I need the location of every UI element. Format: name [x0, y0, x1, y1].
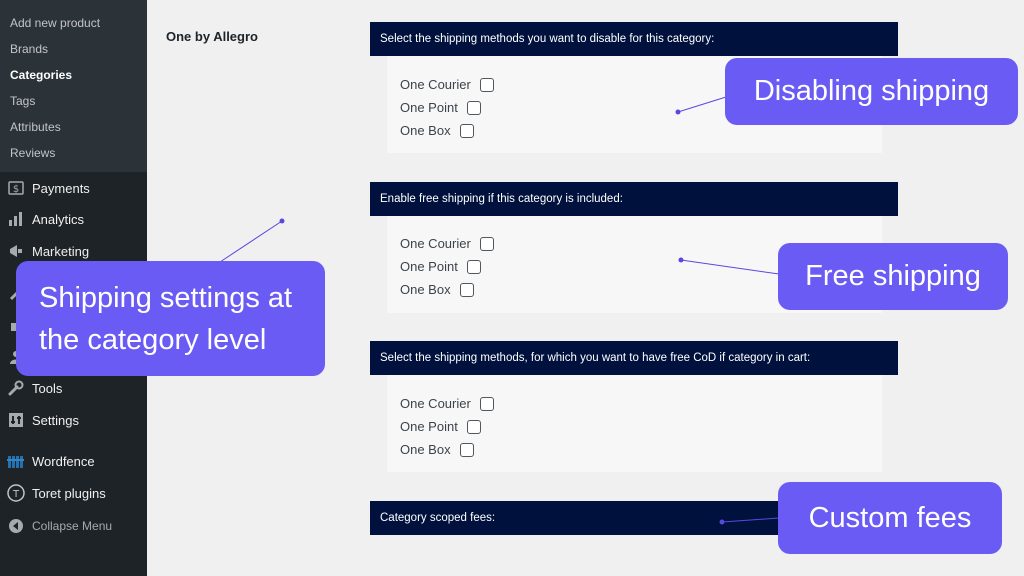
box-header-disable-shipping: Select the shipping methods you want to …	[370, 22, 898, 56]
option-one-point-free[interactable]: One Point	[400, 259, 481, 274]
menu-analytics[interactable]: Analytics	[0, 205, 147, 233]
wordfence-icon	[6, 451, 26, 471]
menu-tools-label: Tools	[32, 380, 63, 396]
box-body-free-cod: One Courier One Point One Box	[387, 375, 882, 472]
products-submenu: Add new product Brands Categories Tags A…	[0, 0, 147, 172]
checkbox[interactable]	[479, 236, 494, 251]
checkbox[interactable]	[466, 419, 481, 434]
wrench-icon	[6, 378, 26, 398]
option-one-point-disable[interactable]: One Point	[400, 100, 481, 115]
option-label: One Point	[400, 419, 458, 434]
submenu-categories[interactable]: Categories	[10, 68, 72, 82]
menu-settings[interactable]: Settings	[0, 406, 147, 434]
menu-analytics-label: Analytics	[32, 211, 85, 227]
collapse-menu-label: Collapse Menu	[32, 519, 113, 533]
option-one-courier-cod[interactable]: One Courier	[400, 396, 494, 411]
option-one-courier-free[interactable]: One Courier	[400, 236, 494, 251]
checkbox[interactable]	[479, 396, 494, 411]
submenu-tags[interactable]: Tags	[10, 94, 35, 108]
menu-settings-label: Settings	[32, 412, 79, 428]
option-label: One Point	[400, 259, 458, 274]
checkbox[interactable]	[466, 259, 481, 274]
submenu-brands[interactable]: Brands	[10, 42, 48, 56]
collapse-menu-button[interactable]: Collapse Menu	[0, 512, 147, 540]
option-label: One Courier	[400, 396, 471, 411]
checkbox[interactable]	[459, 442, 474, 457]
submenu-add-new-product[interactable]: Add new product	[10, 16, 100, 30]
checkbox[interactable]	[466, 100, 481, 115]
option-one-box-free[interactable]: One Box	[400, 282, 474, 297]
menu-payments-label: Payments	[32, 180, 90, 196]
option-one-box-disable[interactable]: One Box	[400, 123, 474, 138]
svg-text:T: T	[12, 489, 20, 500]
checkbox[interactable]	[459, 282, 474, 297]
bar-chart-icon	[6, 209, 26, 229]
dollar-icon: $	[6, 178, 26, 198]
option-one-box-cod[interactable]: One Box	[400, 442, 474, 457]
option-label: One Courier	[400, 236, 471, 251]
menu-marketing-label: Marketing	[32, 243, 90, 259]
menu-tools[interactable]: Tools	[0, 374, 147, 402]
submenu-reviews[interactable]: Reviews	[10, 146, 55, 160]
menu-payments[interactable]: $ Payments	[0, 174, 147, 202]
callout-disabling-shipping: Disabling shipping	[725, 58, 1018, 125]
svg-text:$: $	[13, 184, 19, 195]
menu-toret-plugins[interactable]: T Toret plugins	[0, 479, 147, 507]
submenu-attributes[interactable]: Attributes	[10, 120, 61, 134]
box-header-free-shipping: Enable free shipping if this category is…	[370, 182, 898, 216]
menu-wordfence-label: Wordfence	[32, 453, 95, 469]
option-label: One Point	[400, 100, 458, 115]
option-label: One Box	[400, 442, 451, 457]
callout-custom-fees: Custom fees	[778, 482, 1002, 554]
checkbox[interactable]	[479, 77, 494, 92]
collapse-icon	[6, 516, 26, 536]
callout-free-shipping: Free shipping	[778, 243, 1008, 310]
settings-icon	[6, 410, 26, 430]
toret-icon: T	[6, 483, 26, 503]
box-header-free-cod: Select the shipping methods, for which y…	[370, 341, 898, 375]
megaphone-icon	[6, 241, 26, 261]
option-one-courier-disable[interactable]: One Courier	[400, 77, 494, 92]
option-label: One Box	[400, 123, 451, 138]
section-label: One by Allegro	[166, 29, 258, 44]
menu-toret-plugins-label: Toret plugins	[32, 485, 106, 501]
callout-category-level: Shipping settings at the category level	[16, 261, 325, 376]
option-one-point-cod[interactable]: One Point	[400, 419, 481, 434]
menu-wordfence[interactable]: Wordfence	[0, 447, 147, 475]
option-label: One Courier	[400, 77, 471, 92]
checkbox[interactable]	[459, 123, 474, 138]
option-label: One Box	[400, 282, 451, 297]
